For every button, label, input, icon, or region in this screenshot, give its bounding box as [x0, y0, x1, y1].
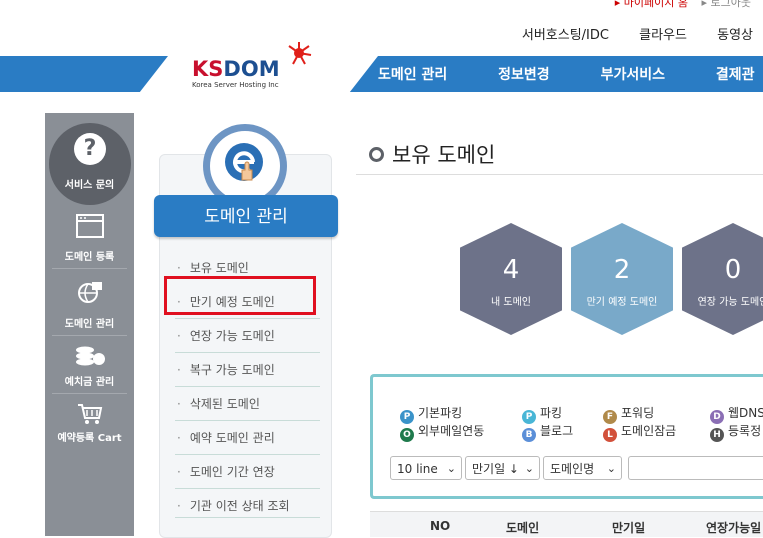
- legend-label: 등록정: [728, 424, 762, 438]
- legend-registration: H 등록정: [710, 422, 761, 442]
- top-nav: 서버호스팅/IDC 클라우드 동영상: [496, 24, 753, 43]
- domain-lock-badge-icon: L: [603, 428, 617, 442]
- col-domain: 도메인: [506, 521, 540, 535]
- menu-separator: [175, 517, 320, 518]
- logo-subtitle: Korea Server Hosting Inc: [192, 81, 279, 89]
- ksdom-logo[interactable]: KSDOM Korea Server Hosting Inc: [192, 58, 302, 89]
- panel-title: 도메인 관리: [154, 195, 338, 237]
- menu-deleted-domains[interactable]: 삭제된 도메인: [177, 395, 320, 412]
- col-no: NO: [430, 519, 451, 533]
- sidebar-divider: [52, 268, 127, 269]
- search-field-select[interactable]: 도메인명 ⌄: [543, 456, 622, 480]
- menu-addon[interactable]: 부가서비스: [601, 67, 665, 83]
- question-icon: ?: [74, 133, 106, 165]
- stat-label: 내 도메인: [491, 297, 531, 308]
- service-inquiry-label: 서비스 문의: [64, 180, 115, 191]
- menu-payment[interactable]: 결제관: [716, 67, 755, 83]
- menu-separator: [175, 420, 320, 421]
- legend-label: 블로그: [540, 424, 574, 438]
- sort-value: 만기일 ↓: [472, 462, 519, 476]
- table-header: [370, 511, 763, 537]
- menu-separator: [175, 488, 320, 489]
- topnav-server[interactable]: 서버호스팅/IDC: [522, 28, 609, 43]
- stat-label: 연장 가능 도메인: [697, 297, 763, 308]
- main-menu: 도메인 관리 정보변경 부가서비스 결제관: [378, 64, 763, 84]
- menu-separator: [175, 318, 320, 319]
- topnav-video[interactable]: 동영상: [717, 28, 753, 43]
- logo-ks: KS: [192, 57, 224, 81]
- legend-label: 파킹: [540, 406, 563, 420]
- coins-icon: [76, 346, 105, 366]
- menu-recoverable-domains[interactable]: 복구 가능 도메인: [177, 361, 320, 378]
- blog-badge-icon: B: [522, 428, 536, 442]
- title-divider: [356, 174, 763, 175]
- sidebar-divider: [52, 393, 127, 394]
- external-mail-badge-icon: O: [400, 428, 414, 442]
- stat-expiring-domains[interactable]: 2 만기 예정 도메인: [571, 223, 673, 335]
- sort-select[interactable]: 만기일 ↓ ⌄: [465, 456, 540, 480]
- mypage-link[interactable]: ▸ 마이페이지 홈: [615, 0, 688, 9]
- menu-reserved-domains[interactable]: 예약 도메인 관리: [177, 429, 320, 446]
- menu-extend-period[interactable]: 도메인 기간 연장: [177, 463, 320, 480]
- legend-label: 외부메일연동: [418, 424, 485, 438]
- cart-icon: [78, 404, 103, 424]
- page-title: 보유 도메인: [369, 139, 495, 169]
- search-input[interactable]: [628, 456, 763, 480]
- menu-transfer-status[interactable]: 기관 이전 상태 조회: [177, 497, 320, 514]
- menu-separator: [175, 352, 320, 353]
- chevron-down-icon: ⌄: [606, 462, 616, 475]
- legend-domain-lock: L 도메인잠금: [603, 422, 676, 442]
- highlight-box: [164, 276, 316, 315]
- stat-label: 만기 예정 도메인: [586, 297, 658, 308]
- search-field-value: 도메인명: [550, 462, 595, 476]
- col-renewable-date: 연장가능일: [706, 521, 762, 535]
- page-size-value: 10 line: [397, 462, 438, 476]
- menu-separator: [175, 386, 320, 387]
- legend-label: 웹DNS: [728, 406, 763, 420]
- legend-parking: P 파킹: [522, 404, 562, 424]
- quick-reservation-cart[interactable]: 예약등록 Cart: [45, 429, 134, 444]
- menu-info[interactable]: 정보변경: [498, 67, 550, 83]
- util-links: ▸ 마이페이지 홈 ▸ 로그아웃: [605, 0, 751, 10]
- legend-external-mail: O 외부메일연동: [400, 422, 484, 442]
- legend-webdns: D 웹DNS: [710, 404, 763, 424]
- sidebar-divider: [52, 335, 127, 336]
- stat-count: 4: [502, 255, 520, 285]
- logo-dom: DOM: [223, 57, 280, 81]
- quick-deposit-manage[interactable]: 예치금 관리: [45, 373, 134, 388]
- registration-badge-icon: H: [710, 428, 724, 442]
- stat-count: 0: [724, 255, 742, 285]
- menu-separator: [175, 454, 320, 455]
- legend-basic-parking: P 기본파킹: [400, 404, 462, 424]
- menu-domain[interactable]: 도메인 관리: [378, 67, 447, 83]
- legend-blog: B 블로그: [522, 422, 573, 442]
- legend-label: 포워딩: [621, 406, 655, 420]
- page-size-select[interactable]: 10 line ⌄: [390, 456, 462, 480]
- menu-renewable-domains[interactable]: 연장 가능 도메인: [177, 327, 320, 344]
- page-title-text: 보유 도메인: [392, 143, 496, 167]
- legend-label: 도메인잠금: [621, 424, 677, 438]
- title-bullet-icon: [369, 146, 384, 162]
- quick-domain-register[interactable]: 도메인 등록: [45, 248, 134, 263]
- stat-renewable-domains[interactable]: 0 연장 가능 도메인: [682, 223, 763, 335]
- stat-count: 2: [613, 255, 631, 285]
- col-expiry: 만기일: [612, 521, 646, 535]
- chevron-down-icon: ⌄: [524, 462, 534, 475]
- menu-owned-domains[interactable]: 보유 도메인: [177, 259, 320, 276]
- quick-domain-manage[interactable]: 도메인 관리: [45, 315, 134, 330]
- legend-label: 기본파킹: [418, 406, 463, 420]
- domain-e-icon: [225, 143, 263, 181]
- domain-manage-icon: [78, 282, 102, 303]
- chevron-down-icon: ⌄: [446, 462, 456, 475]
- window-icon: [76, 214, 104, 238]
- topnav-cloud[interactable]: 클라우드: [639, 28, 687, 43]
- stat-my-domains[interactable]: 4 내 도메인: [460, 223, 562, 335]
- legend-forwarding: F 포워딩: [603, 404, 654, 424]
- logout-link[interactable]: ▸ 로그아웃: [702, 0, 752, 9]
